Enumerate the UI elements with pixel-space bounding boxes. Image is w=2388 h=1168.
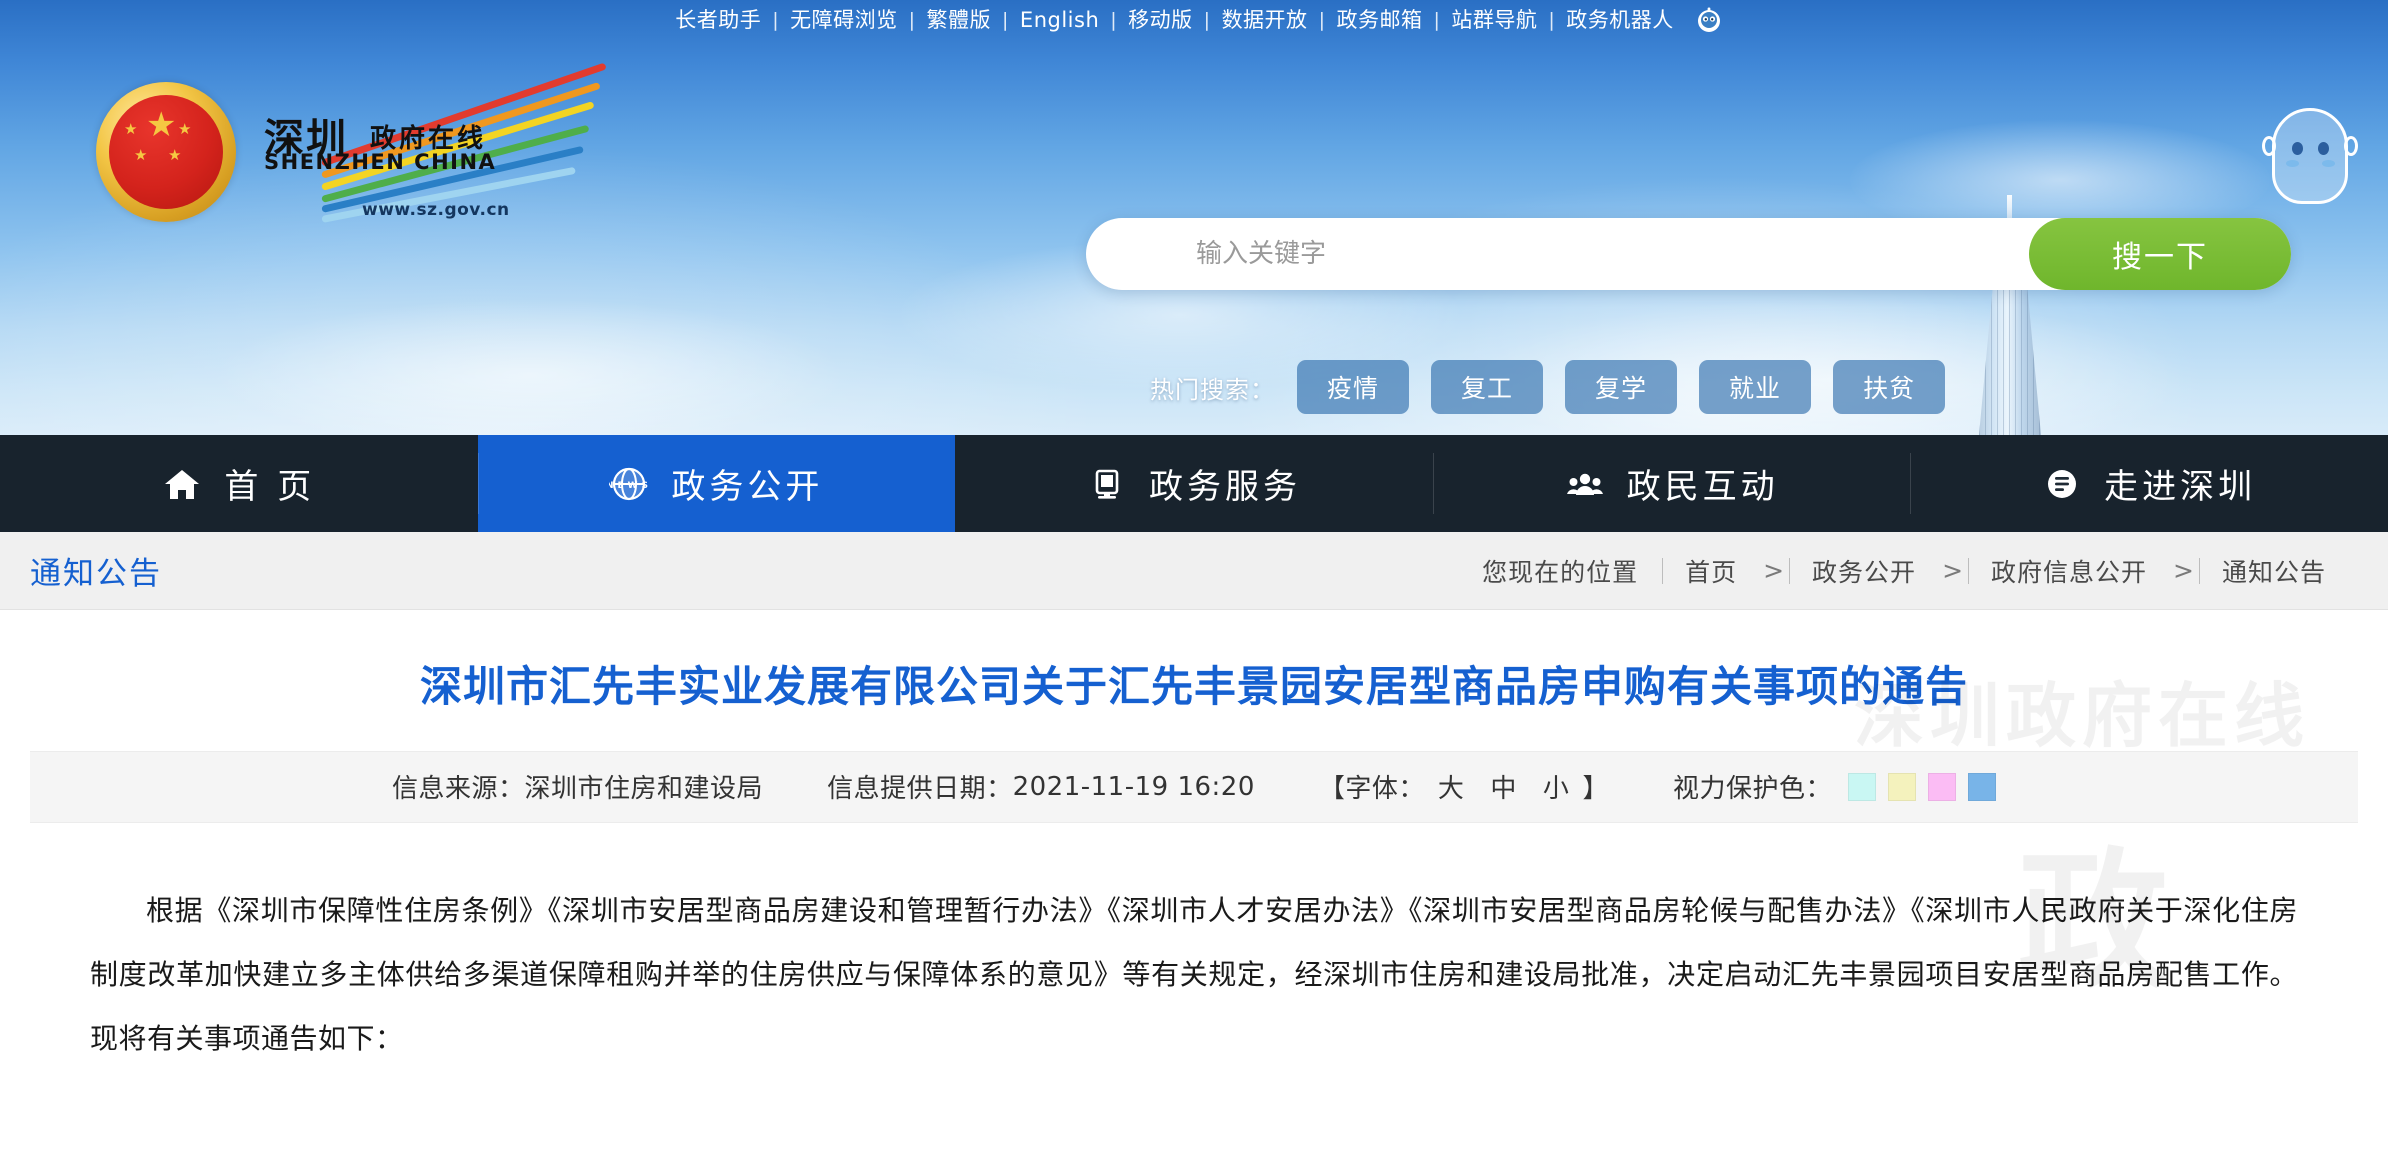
topbar-separator: |	[772, 9, 780, 31]
logo-website-url: www.sz.gov.cn	[362, 200, 510, 220]
nav-item-home[interactable]: 首 页	[0, 435, 478, 532]
font-size-small[interactable]: 小	[1530, 768, 1583, 805]
breadcrumb-separator: >	[1763, 556, 1786, 585]
topbar-link-gov-robot[interactable]: 政务机器人	[1555, 0, 1685, 40]
page-title: 深圳市汇先丰实业发展有限公司关于汇先丰景园安居型商品房申购有关事项的通告	[419, 662, 1968, 711]
topbar-separator: |	[1203, 9, 1211, 31]
topbar-separator: |	[1110, 9, 1118, 31]
meta-source: 信息来源： 深圳市住房和建设局	[360, 768, 795, 805]
search-box: 搜一下	[1086, 218, 2291, 290]
nav-label-citizen-interaction: 政民互动	[1626, 467, 1779, 507]
eye-color-swatch-blue[interactable]	[1967, 772, 1996, 801]
topbar-link-traditional-chinese[interactable]: 繁體版	[916, 0, 1003, 40]
topbar-separator: |	[1318, 9, 1326, 31]
breadcrumb-item-notice[interactable]: 通知公告	[2200, 553, 2348, 589]
article-paragraph: 根据《深圳市保障性住房条例》《深圳市安居型商品房建设和管理暂行办法》《深圳市人才…	[90, 893, 2298, 1056]
hot-tag-employment[interactable]: 就业	[1699, 360, 1812, 414]
breadcrumb-item-home[interactable]: 首页	[1663, 553, 1759, 589]
topbar-link-site-navigation[interactable]: 站群导航	[1440, 0, 1548, 40]
hot-tag-return-to-school[interactable]: 复学	[1565, 360, 1678, 414]
topbar-link-elder-assistant[interactable]: 长者助手	[664, 0, 772, 40]
topbar-link-english[interactable]: English	[1009, 0, 1110, 40]
nav-item-explore-shenzhen[interactable]: 走进深圳	[1910, 435, 2388, 532]
topbar-separator: |	[1548, 9, 1556, 31]
font-size-label-close: 】	[1582, 774, 1609, 805]
topbar-link-accessible-browsing[interactable]: 无障碍浏览	[779, 0, 909, 40]
hot-tag-return-to-work[interactable]: 复工	[1431, 360, 1544, 414]
hot-search-row: 热门搜索： 疫情 复工 复学 就业 扶贫	[1150, 360, 1946, 414]
eye-color-swatch-yellow[interactable]	[1887, 772, 1916, 801]
nav-label-government-services: 政务服务	[1148, 467, 1301, 507]
eye-protection-color-control: 视力保护色：	[1641, 768, 2028, 805]
nav-item-citizen-interaction[interactable]: 政民互动	[1432, 435, 1911, 532]
search-button[interactable]: 搜一下	[2029, 218, 2291, 290]
breadcrumb-bar: 通知公告 您现在的位置 首页 > 政务公开 > 政府信息公开 > 通知公告	[0, 532, 2388, 610]
meta-source-label: 信息来源：	[392, 774, 525, 805]
font-size-control: 【字体： 大 中 小 】	[1287, 768, 1641, 805]
nav-label-government-affairs-disclosure: 政务公开	[671, 467, 824, 507]
hot-tag-epidemic[interactable]: 疫情	[1297, 360, 1410, 414]
main-navigation: 首 页 NEWS 政务公开 政务服务 政民互动 走进深圳	[0, 435, 2388, 532]
search-area: 搜一下	[1086, 218, 2291, 290]
breadcrumb-position-label: 您现在的位置	[1482, 557, 1639, 587]
top-utility-bar: 长者助手 | 无障碍浏览 | 繁體版 | English | 移动版 | 数据开…	[0, 0, 2388, 40]
topbar-separator: |	[908, 9, 916, 31]
cloud-decoration	[220, 300, 840, 435]
topbar-link-open-data[interactable]: 数据开放	[1211, 0, 1319, 40]
topbar-link-mobile[interactable]: 移动版	[1117, 0, 1204, 40]
hot-tag-poverty-relief[interactable]: 扶贫	[1833, 360, 1946, 414]
breadcrumb-item-gov-info[interactable]: 政府信息公开	[1969, 553, 2169, 589]
nav-label-explore-shenzhen: 走进深圳	[2104, 467, 2257, 507]
nav-label-home: 首 页	[224, 467, 316, 507]
section-title: 通知公告	[30, 556, 162, 592]
news-globe-icon: NEWS	[606, 464, 649, 504]
breadcrumb-separator: >	[1942, 556, 1965, 585]
topbar-separator: |	[1002, 9, 1009, 31]
font-size-large[interactable]: 大	[1425, 768, 1478, 805]
topbar-link-gov-mail[interactable]: 政务邮箱	[1325, 0, 1433, 40]
meta-date-label: 信息提供日期：	[827, 774, 1013, 805]
nav-item-government-services[interactable]: 政务服务	[955, 435, 1433, 532]
article-container: 深圳政府在线 政 深圳市汇先丰实业发展有限公司关于汇先丰景园安居型商品房申购有关…	[0, 610, 2388, 1072]
national-emblem-icon: ★ ★ ★ ★ ★	[96, 82, 236, 222]
breadcrumb-item-disclosure[interactable]: 政务公开	[1790, 553, 1938, 589]
logo-english-name: SHENZHEN CHINA	[264, 150, 497, 174]
article-meta-bar: 信息来源： 深圳市住房和建设局 信息提供日期： 2021-11-19 16:20…	[30, 750, 2358, 823]
info-circle-icon	[2042, 464, 2082, 504]
virtual-assistant-avatar[interactable]	[2262, 98, 2358, 216]
search-input[interactable]	[1086, 239, 2029, 269]
site-logo[interactable]: 深圳 政府在线 SHENZHEN CHINA www.sz.gov.cn	[262, 62, 612, 223]
hero-banner: 长者助手 | 无障碍浏览 | 繁體版 | English | 移动版 | 数据开…	[0, 0, 2388, 435]
hot-search-label: 热门搜索：	[1150, 375, 1275, 404]
robot-icon[interactable]	[1694, 6, 1724, 34]
article-body: 根据《深圳市保障性住房条例》《深圳市安居型商品房建设和管理暂行办法》《深圳市人才…	[30, 823, 2358, 1072]
meta-date: 信息提供日期： 2021-11-19 16:20	[795, 768, 1287, 805]
people-icon	[1565, 464, 1605, 504]
nav-item-government-affairs-disclosure[interactable]: NEWS 政务公开	[477, 435, 956, 532]
breadcrumb: 您现在的位置 首页 > 政务公开 > 政府信息公开 > 通知公告	[1482, 553, 2348, 589]
font-size-medium[interactable]: 中	[1477, 768, 1530, 805]
meta-date-value: 2021-11-19 16:20	[1012, 771, 1255, 802]
home-icon	[162, 464, 202, 504]
eye-protection-label: 视力保护色：	[1672, 774, 1832, 805]
topbar-separator: |	[1433, 9, 1441, 31]
svg-text:NEWS: NEWS	[609, 481, 649, 491]
eye-color-swatches	[1847, 772, 1996, 801]
eye-color-swatch-cyan[interactable]	[1847, 772, 1876, 801]
meta-source-value: 深圳市住房和建设局	[524, 774, 764, 805]
monitor-icon	[1087, 464, 1127, 504]
eye-color-swatch-pink[interactable]	[1927, 772, 1956, 801]
brand-row: ★ ★ ★ ★ ★ 深圳 政府在线 SHENZHEN CHINA www.sz.…	[0, 40, 2388, 414]
font-size-label-open: 【字体：	[1318, 774, 1425, 805]
breadcrumb-separator: >	[2173, 556, 2195, 585]
